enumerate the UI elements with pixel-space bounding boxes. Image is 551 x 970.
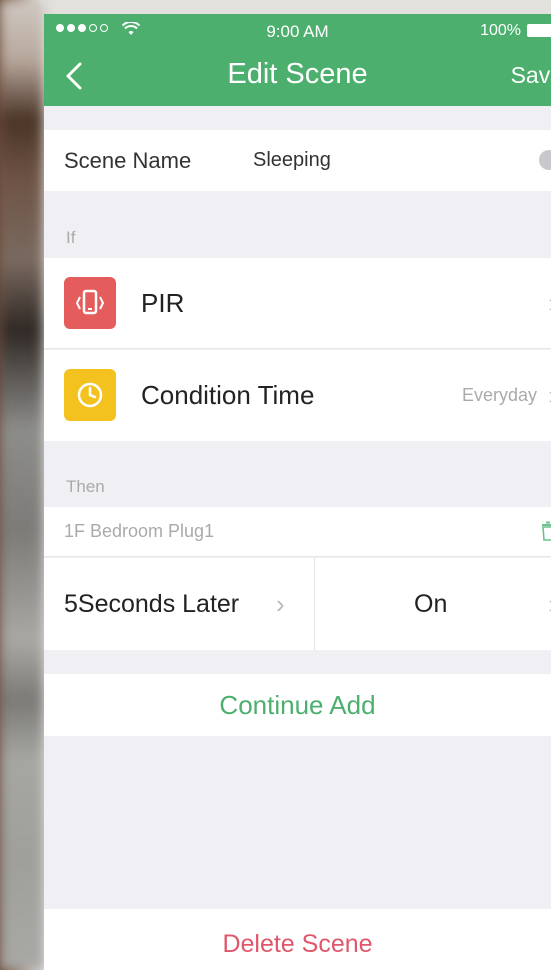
phone-screen: 9:00 AM 100% Edit Scene Save Scene Name … [44,14,551,970]
delete-scene-button[interactable]: Delete Scene [222,930,372,959]
scene-name-row[interactable]: Scene Name Sleeping [44,130,551,191]
divider [314,558,315,650]
action-row: 5Seconds Later › On › [44,558,551,650]
delay-selector[interactable]: 5Seconds Later [64,590,239,619]
state-selector[interactable]: On [414,590,447,619]
device-row: 1F Bedroom Plug1 [44,507,551,557]
scene-name-input[interactable]: Sleeping [253,149,331,172]
phone-vibrate-icon [64,277,116,329]
save-button[interactable]: Save [511,62,551,89]
clear-icon[interactable] [539,150,551,170]
battery-percent: 100% [480,22,521,39]
nav-header: 9:00 AM 100% Edit Scene Save [44,14,551,106]
clock-icon [64,369,116,421]
page-title: Edit Scene [227,58,368,90]
continue-add-button[interactable]: Continue Add [219,690,375,721]
condition-row-time[interactable]: Condition Time Everyday › [44,350,551,441]
condition-label: PIR [141,287,185,318]
condition-label: Condition Time [141,380,315,410]
status-bar: 9:00 AM 100% [44,14,551,50]
background-blur [0,0,44,970]
trash-icon[interactable] [541,521,551,541]
battery-icon [527,24,551,37]
condition-value: Everyday [461,385,537,405]
status-time: 9:00 AM [266,22,329,41]
if-section-label: If [66,228,76,247]
continue-add-row: Continue Add [44,674,551,736]
then-section-label: Then [66,477,105,496]
device-name: 1F Bedroom Plug1 [64,521,215,541]
delete-scene-row: Delete Scene [44,909,551,970]
scene-name-label: Scene Name [64,147,192,173]
chevron-right-icon: › [276,588,285,619]
condition-row-pir[interactable]: PIR › [44,258,551,349]
